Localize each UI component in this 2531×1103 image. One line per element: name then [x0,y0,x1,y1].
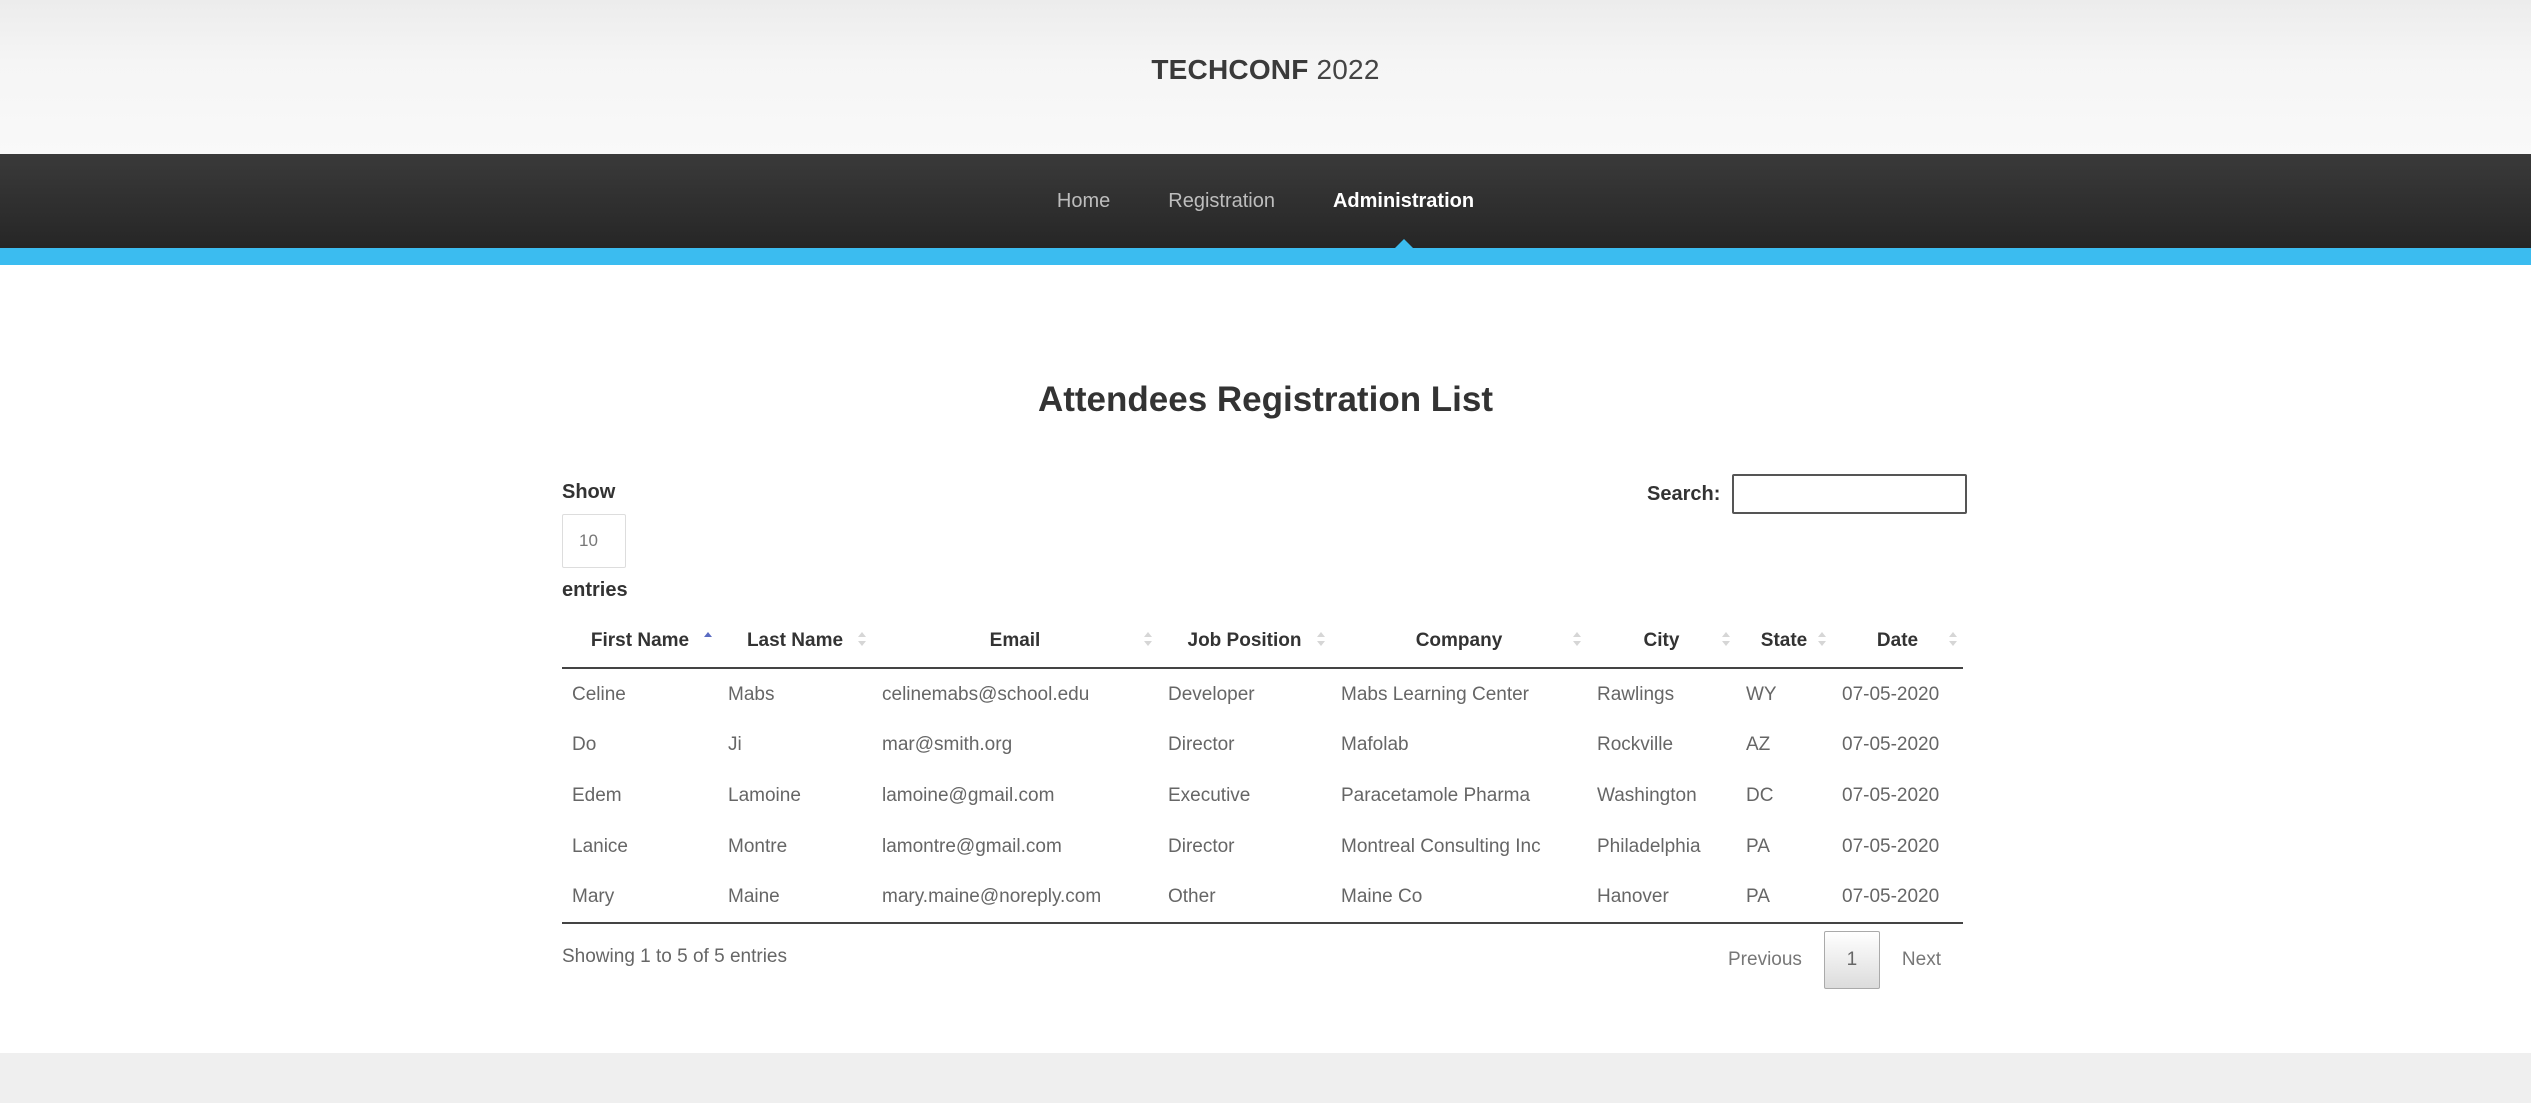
cell-state: PA [1746,835,1770,857]
cell-city: Rawlings [1597,684,1675,705]
brand-year: 2022 [1316,54,1380,85]
cell-date: 07-05-2020 [1842,784,1940,806]
cell-last-name: Maine [718,872,872,924]
cell-email: lamoine@gmail.com [882,784,1055,806]
column-header-date[interactable]: Date [1832,615,1963,669]
sort-icon [1317,632,1325,650]
site-header: TECHCONF 2022 [0,0,2531,154]
cell-date: 07-05-2020 [1842,733,1940,755]
column-header-city[interactable]: City [1587,615,1736,669]
cell-city: Rockville [1597,733,1674,755]
entries-length-control: Show 10 entries [562,478,628,604]
brand-name: TECHCONF [1151,54,1309,85]
cell-last-name: Mabs [728,684,775,705]
column-header-email[interactable]: Email [872,615,1158,669]
table-row: Celine Mabs celinemabs@school.edu Develo… [562,668,1963,719]
cell-job-position: Director [1168,733,1235,755]
column-header-last-name[interactable]: Last Name [718,615,872,669]
search-input[interactable] [1732,474,1968,514]
sort-icon [1818,632,1826,650]
site-footer [0,1053,2531,1103]
site-logo[interactable]: TECHCONF 2022 [0,54,2531,86]
column-header-label: Date [1876,630,1919,651]
column-header-label: Email [989,630,1041,651]
cell-first-name: Edem [572,784,622,806]
cell-email: mar@smith.org [882,733,1013,755]
column-header-first-name[interactable]: First Name [562,615,718,669]
sort-icon [858,632,866,650]
sort-icon [1573,632,1581,650]
cell-first-name: Celine [572,684,626,705]
cell-email: lamontre@gmail.com [882,835,1062,857]
cell-date: 07-05-2020 [1842,835,1940,857]
cell-last-name: Montre [728,835,788,857]
accent-bar [0,248,2531,265]
cell-job-position: Other [1158,872,1331,924]
column-header-state[interactable]: State [1736,615,1832,669]
table-search: Search: [1647,474,1968,514]
search-label: Search: [1647,482,1721,505]
entries-per-page-select[interactable]: 10 [562,514,626,568]
cell-city: Washington [1597,784,1697,806]
cell-last-name: Ji [728,733,742,755]
column-header-label: State [1760,630,1808,651]
cell-state: DC [1746,784,1774,806]
active-nav-indicator [1394,239,1413,248]
nav-list: Home Registration Administration [0,154,2531,248]
cell-email: celinemabs@school.edu [882,684,1090,705]
sort-icon [1144,632,1152,650]
table-header-row: First Name Last Name Email Job Position … [562,615,1963,669]
page-title: Attendees Registration List [1037,380,1494,419]
cell-city: Hanover [1587,872,1736,924]
cell-last-name: Lamoine [728,784,801,806]
sort-icon [1722,632,1730,650]
cell-first-name: Mary [562,872,718,924]
cell-first-name: Do [572,733,597,755]
cell-state: PA [1736,872,1832,924]
cell-first-name: Lanice [572,835,628,857]
table-row: Lanice Montre lamontre@gmail.com Directo… [562,821,1963,872]
cell-state: AZ [1746,733,1771,755]
cell-city: Philadelphia [1597,835,1701,857]
column-header-company[interactable]: Company [1331,615,1587,669]
nav-item-administration-label: Administration [1332,190,1475,212]
cell-company: Mafolab [1341,733,1409,755]
cell-job-position: Director [1168,835,1235,857]
table-row: Do Ji mar@smith.org Director Mafolab Roc… [562,719,1963,770]
cell-date: 07-05-2020 [1842,684,1940,705]
table-row: Edem Lamoine lamoine@gmail.com Executive… [562,770,1963,821]
attendees-table: First Name Last Name Email Job Position … [562,615,1963,924]
length-prefix-label: Show [562,481,616,503]
sort-icon [1949,632,1957,650]
nav-item-registration[interactable]: Registration [1139,154,1304,248]
cell-date: 07-05-2020 [1832,872,1963,924]
cell-company: Mabs Learning Center [1341,684,1529,705]
cell-job-position: Executive [1168,784,1251,806]
column-header-label: First Name [590,630,690,651]
table-row: Mary Maine mary.maine@noreply.com Other … [562,872,1963,924]
table-info: Showing 1 to 5 of 5 entries [562,946,787,967]
column-header-label: City [1643,630,1680,651]
cell-job-position: Developer [1168,684,1255,705]
cell-company: Paracetamole Pharma [1341,784,1531,806]
column-header-label: Job Position [1187,630,1302,651]
sort-ascending-icon [704,632,712,650]
column-header-job-position[interactable]: Job Position [1158,615,1331,669]
nav-item-home[interactable]: Home [1028,154,1139,248]
cell-email: mary.maine@noreply.com [872,872,1158,924]
cell-company: Maine Co [1331,872,1587,924]
previous-page-button[interactable]: Previous [1706,931,1824,989]
length-suffix-label: entries [562,579,628,601]
pagination: Previous 1 Next [1700,931,1963,989]
main-navbar: Home Registration Administration [0,154,2531,248]
page-1-button[interactable]: 1 [1823,931,1880,989]
nav-item-administration[interactable]: Administration [1304,154,1503,248]
cell-company: Montreal Consulting Inc [1341,835,1541,857]
cell-state: WY [1746,684,1777,705]
column-header-label: Company [1415,630,1503,651]
next-page-button[interactable]: Next [1880,931,1963,989]
attendees-table-wrap: First Name Last Name Email Job Position … [562,615,1963,924]
column-header-label: Last Name [746,630,844,651]
